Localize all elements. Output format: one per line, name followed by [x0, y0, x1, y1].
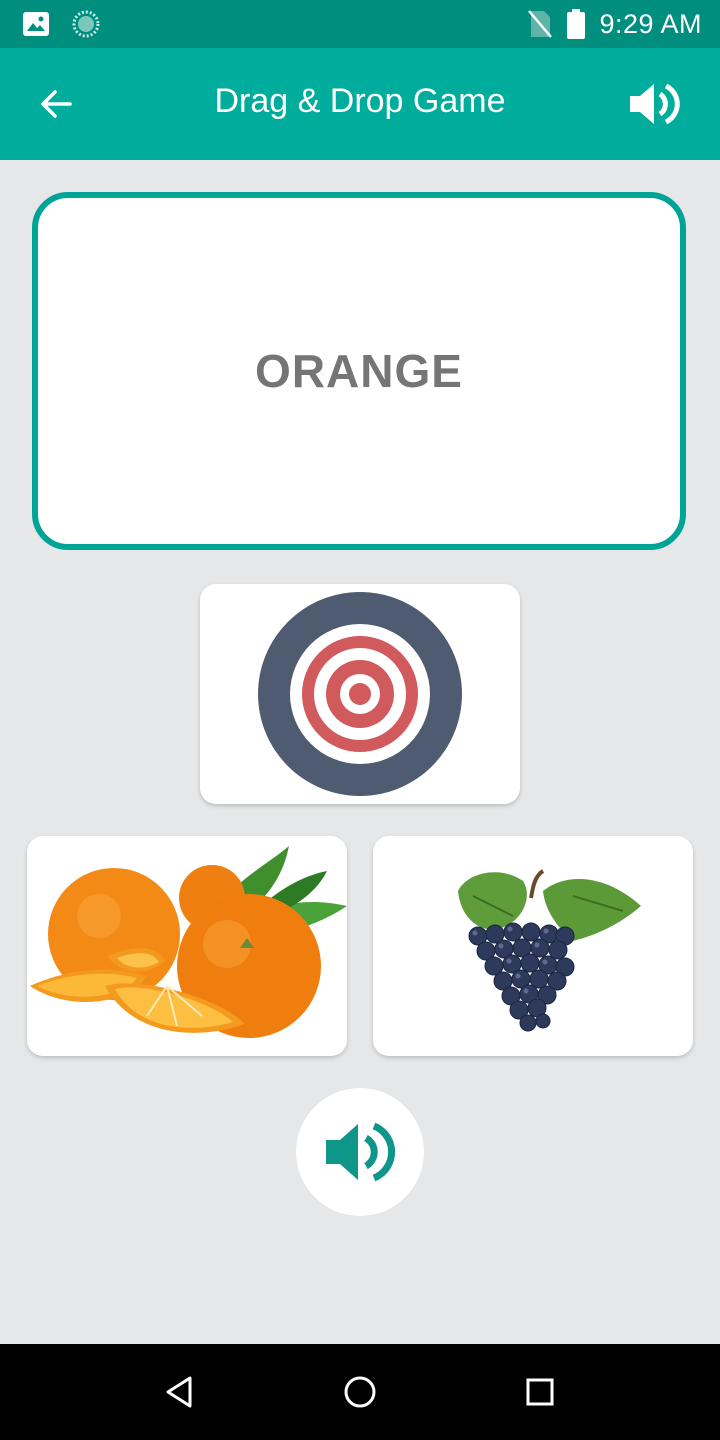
target-word: ORANGE [255, 345, 463, 397]
back-triangle-icon[interactable] [160, 1372, 200, 1412]
app-bar: Drag & Drop Game [0, 48, 720, 160]
loading-icon [72, 10, 100, 38]
speaker-icon[interactable] [628, 80, 684, 128]
recents-square-icon[interactable] [520, 1372, 560, 1412]
no-sim-icon [528, 10, 553, 38]
choice-card-grapes[interactable] [373, 836, 693, 1056]
status-bar: 9:29 AM [0, 0, 720, 48]
status-time: 9:29 AM [599, 8, 702, 39]
battery-icon [567, 9, 586, 39]
orange-fruit-image [30, 846, 347, 1038]
word-drop-zone[interactable]: ORANGE [32, 192, 686, 550]
home-circle-icon[interactable] [340, 1372, 380, 1412]
image-icon [23, 12, 49, 36]
target-icon [258, 592, 462, 796]
target-card[interactable] [200, 584, 520, 804]
play-sound-button[interactable] [296, 1088, 424, 1216]
speaker-icon [326, 1122, 396, 1182]
choice-card-orange[interactable] [27, 836, 347, 1056]
page-title: Drag & Drop Game [214, 82, 506, 120]
grapes-fruit-image [458, 869, 641, 1032]
navigation-bar [0, 1344, 720, 1440]
